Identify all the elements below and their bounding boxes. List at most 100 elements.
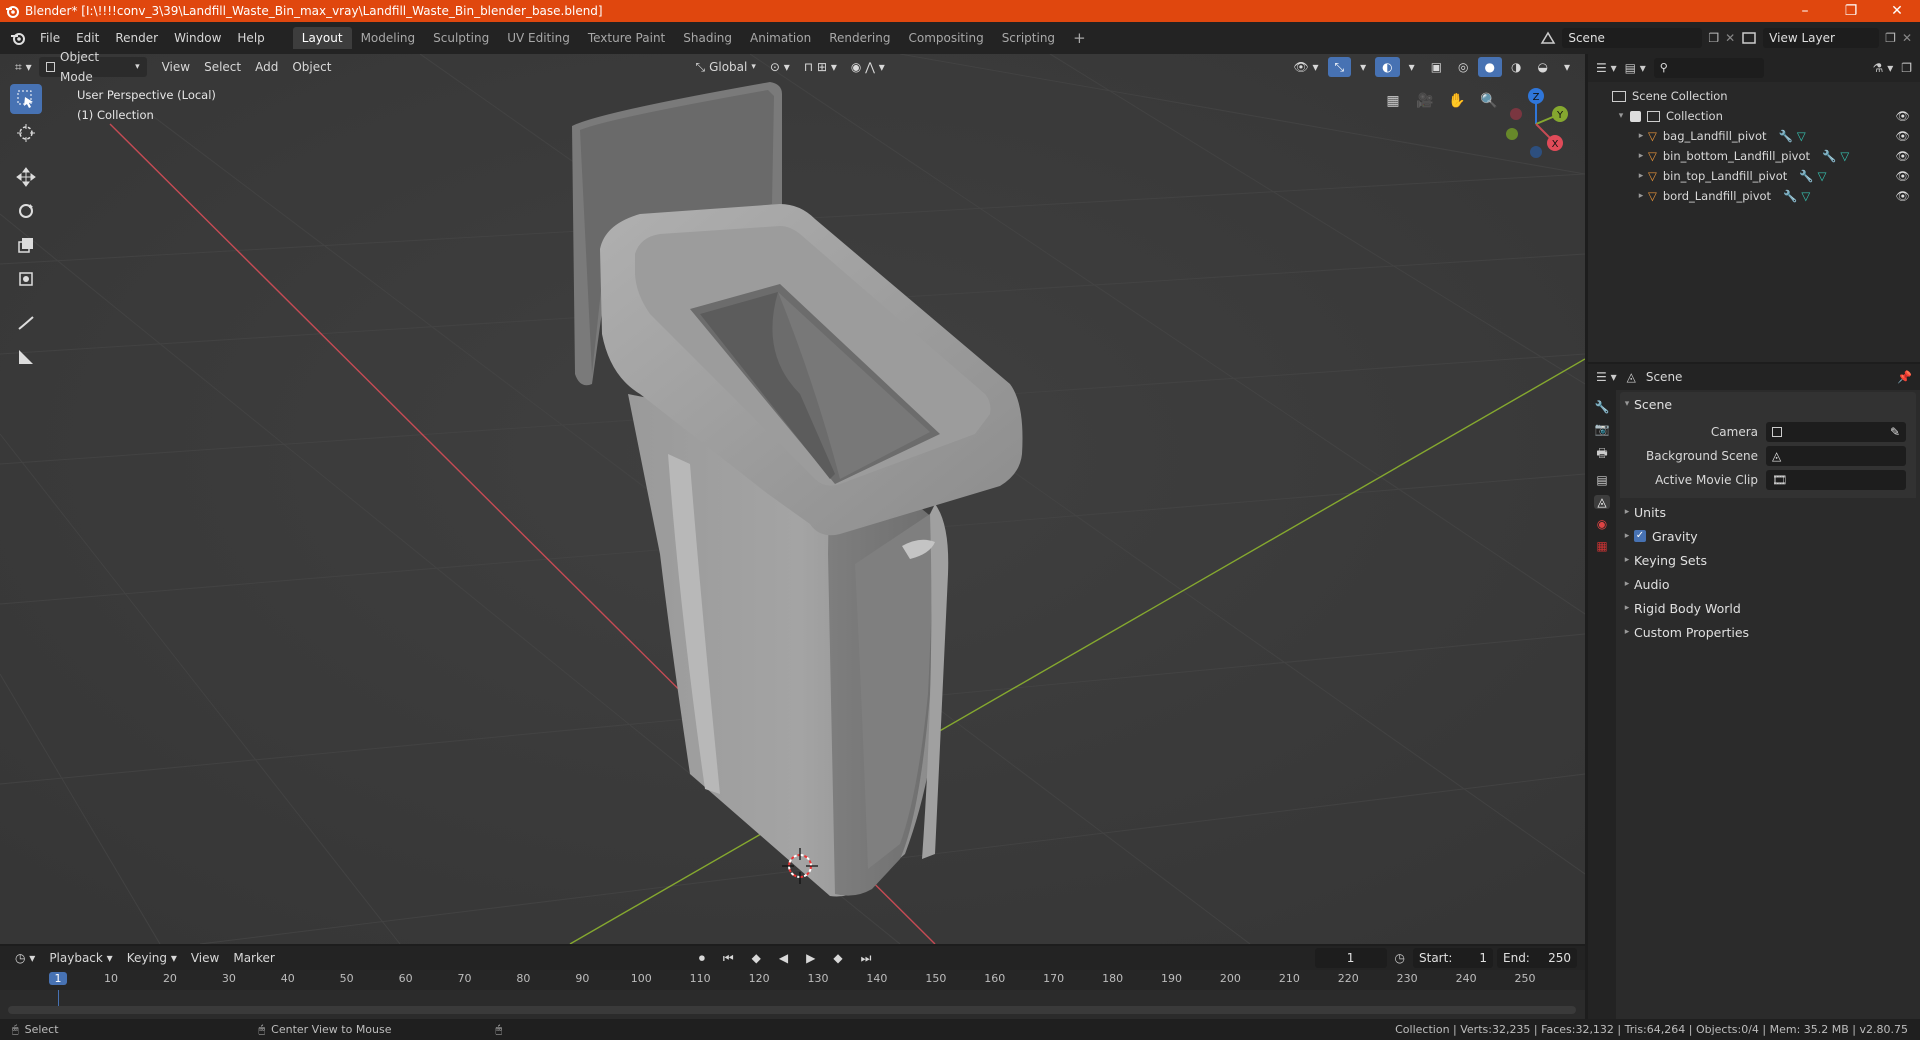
viewport-menu-select[interactable]: Select <box>197 57 248 77</box>
solid-shading-icon[interactable]: ● <box>1477 57 1502 77</box>
close-button[interactable]: ✕ <box>1874 3 1920 19</box>
delete-scene-icon[interactable]: ✕ <box>1725 31 1735 45</box>
tab-compositing[interactable]: Compositing <box>899 27 992 49</box>
menu-render[interactable]: Render <box>107 27 166 49</box>
tab-layout[interactable]: Layout <box>292 27 352 49</box>
minimize-button[interactable]: – <box>1782 3 1828 19</box>
view-layer-icon[interactable] <box>1741 31 1757 45</box>
snap-icon[interactable]: ⊓ ⊞ ▾ <box>797 57 844 77</box>
modifier-wrench-icon[interactable]: 🔧 <box>1799 169 1813 183</box>
expand-icon[interactable]: ▸ <box>1634 171 1648 181</box>
units-panel[interactable]: ▸ Units <box>1620 500 1916 524</box>
add-workspace-icon[interactable]: + <box>1064 27 1095 49</box>
material-shading-icon[interactable]: ◑ <box>1504 57 1528 77</box>
editor-type-button[interactable]: ⌗ ▾ <box>8 57 39 77</box>
pan-view-button[interactable]: ✋ <box>1444 88 1470 114</box>
rotate-tool[interactable] <box>10 196 42 226</box>
menu-window[interactable]: Window <box>166 27 229 49</box>
expand-icon[interactable]: ▸ <box>1634 131 1648 141</box>
pin-icon[interactable]: 📌 <box>1897 370 1912 384</box>
timeline-menu-marker[interactable]: Marker <box>226 948 281 968</box>
record-icon[interactable]: ⏺ <box>692 948 712 968</box>
gravity-checkbox[interactable]: ✓ <box>1634 530 1646 542</box>
restore-button[interactable]: ❐ <box>1828 3 1874 19</box>
custom-properties-panel[interactable]: ▸ Custom Properties <box>1620 620 1916 644</box>
eye-icon[interactable]: 👁 <box>1895 109 1910 123</box>
3d-viewport[interactable]: User Perspective (Local) (1) Collection … <box>0 54 1585 944</box>
audio-panel[interactable]: ▸ Audio <box>1620 572 1916 596</box>
rendered-shading-icon[interactable]: ◒ <box>1530 57 1554 77</box>
outliner-object-row[interactable]: ▸ ▽ bord_Landfill_pivot 🔧 ▽ 👁 <box>1588 186 1920 206</box>
scene-panel-header[interactable]: ▾ Scene <box>1620 392 1916 416</box>
move-tool[interactable] <box>10 162 42 192</box>
new-view-layer-icon[interactable]: ❐ <box>1885 31 1896 45</box>
gravity-panel[interactable]: ▸ ✓ Gravity <box>1620 524 1916 548</box>
proportional-editing-icon[interactable]: ◉ ⋀ ▾ <box>844 57 892 77</box>
new-collection-icon[interactable]: ❐ <box>1901 61 1912 75</box>
viewport-menu-object[interactable]: Object <box>285 57 338 77</box>
toggle-ortho-button[interactable]: ▦ <box>1380 88 1406 114</box>
collection-checkbox[interactable] <box>1630 110 1641 122</box>
outliner-object-row[interactable]: ▸ ▽ bin_top_Landfill_pivot 🔧 ▽ 👁 <box>1588 166 1920 186</box>
gizmo-toggle-icon[interactable]: ⤡ <box>1327 57 1352 77</box>
background-scene-field[interactable]: ◬ <box>1766 446 1906 466</box>
eyedropper-icon[interactable]: ✎ <box>1890 422 1900 442</box>
blender-menu-icon[interactable] <box>10 30 26 46</box>
mesh-data-icon[interactable]: ▽ <box>1801 189 1810 203</box>
overlay-toggle-icon[interactable]: ◐ <box>1375 57 1400 77</box>
timeline-menu-playback[interactable]: Playback ▾ <box>42 948 119 968</box>
select-box-tool[interactable] <box>10 84 42 114</box>
transform-tool[interactable] <box>10 264 42 294</box>
viewport-menu-view[interactable]: View <box>155 57 197 77</box>
tab-scripting[interactable]: Scripting <box>993 27 1064 49</box>
tab-shading[interactable]: Shading <box>674 27 741 49</box>
play-icon[interactable]: ▶ <box>799 948 822 968</box>
pivot-point-icon[interactable]: ⊙ ▾ <box>763 57 797 77</box>
expand-icon[interactable]: ▸ <box>1634 191 1648 201</box>
output-tab-icon[interactable]: 🖶 <box>1596 444 1607 465</box>
prev-keyframe-icon[interactable]: ◆ <box>745 948 768 968</box>
jump-start-icon[interactable]: ⏮ <box>716 948 741 968</box>
modifier-wrench-icon[interactable]: 🔧 <box>1783 189 1797 203</box>
shading-menu-icon[interactable]: ▾ <box>1557 57 1577 77</box>
cursor-tool[interactable] <box>10 118 42 148</box>
tab-sculpting[interactable]: Sculpting <box>424 27 498 49</box>
tab-texture-paint[interactable]: Texture Paint <box>579 27 674 49</box>
filter-icon[interactable]: ⚗ ▾ <box>1873 61 1894 75</box>
jump-end-icon[interactable]: ⏭ <box>854 948 879 968</box>
render-tab-icon[interactable]: 📷 <box>1595 422 1610 436</box>
tab-modeling[interactable]: Modeling <box>352 27 425 49</box>
end-frame-field[interactable]: End: 250 <box>1497 948 1577 968</box>
scene-selector-icon[interactable] <box>1540 31 1556 45</box>
timeline-editor-icon[interactable]: ◷ ▾ <box>8 948 42 968</box>
eye-icon[interactable]: 👁 <box>1895 189 1910 203</box>
xray-icon[interactable]: ▣ <box>1424 57 1449 77</box>
view-layer-field[interactable]: View Layer <box>1763 28 1880 48</box>
menu-edit[interactable]: Edit <box>68 27 107 49</box>
wireframe-shading-icon[interactable]: ◎ <box>1451 57 1475 77</box>
timeline-menu-keying[interactable]: Keying ▾ <box>120 948 184 968</box>
tab-uv-editing[interactable]: UV Editing <box>498 27 579 49</box>
scale-tool[interactable] <box>10 230 42 260</box>
scene-tab-icon[interactable]: ◬ <box>1594 495 1610 509</box>
start-frame-field[interactable]: Start: 1 <box>1413 948 1493 968</box>
tool-tab-icon[interactable]: 🔧 <box>1595 400 1610 414</box>
play-reverse-icon[interactable]: ◀ <box>772 948 795 968</box>
mode-selector[interactable]: Object Mode ▾ <box>38 50 147 84</box>
mesh-data-icon[interactable]: ▽ <box>1840 149 1849 163</box>
expand-icon[interactable]: ▸ <box>1634 151 1648 161</box>
eye-icon[interactable]: 👁 <box>1895 149 1910 163</box>
collection-row[interactable]: ▾ Collection 👁 <box>1588 106 1920 126</box>
keying-sets-panel[interactable]: ▸ Keying Sets <box>1620 548 1916 572</box>
tab-animation[interactable]: Animation <box>741 27 820 49</box>
gizmo-menu-icon[interactable]: ▾ <box>1353 57 1373 77</box>
outliner-object-row[interactable]: ▸ ▽ bag_Landfill_pivot 🔧 ▽ 👁 <box>1588 126 1920 146</box>
active-movie-clip-field[interactable]: 🎞 <box>1766 470 1906 490</box>
measure-tool[interactable] <box>10 342 42 372</box>
outliner-search-input[interactable]: ⚲ <box>1653 58 1764 78</box>
clock-icon[interactable]: ◷ <box>1395 951 1405 965</box>
mesh-data-icon[interactable]: ▽ <box>1818 169 1827 183</box>
eye-icon[interactable]: 👁 <box>1895 129 1910 143</box>
world-tab-icon[interactable]: ◉ <box>1597 517 1607 531</box>
scene-collection-row[interactable]: Scene Collection <box>1588 86 1920 106</box>
